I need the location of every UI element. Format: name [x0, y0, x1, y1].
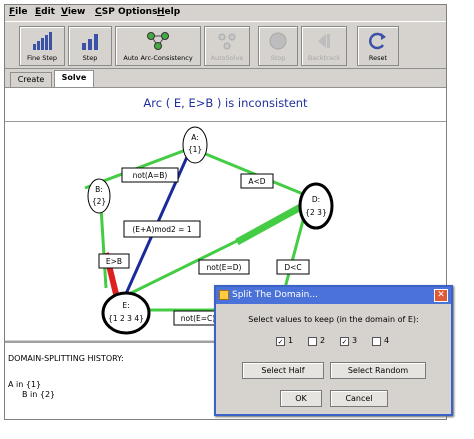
- step-button[interactable]: Step: [68, 26, 112, 66]
- checkbox-box[interactable]: ✓: [340, 337, 349, 346]
- dialog-title-bar[interactable]: Split The Domain... ✕: [216, 287, 451, 304]
- svg-text:not(A=B): not(A=B): [133, 171, 168, 180]
- backtrack-button[interactable]: Backtrack: [301, 26, 347, 66]
- dialog-title: Split The Domain...: [232, 290, 318, 300]
- fine-step-icon: [33, 32, 52, 50]
- history-title: DOMAIN-SPLITTING HISTORY:: [8, 354, 124, 363]
- svg-text:{1}: {1}: [188, 145, 202, 154]
- svg-text:A:: A:: [191, 133, 199, 142]
- toolbar: Fine Step Step Auto Arc-Consistency Auto…: [5, 21, 446, 69]
- select-half-button[interactable]: Select Half: [242, 362, 324, 379]
- svg-text:D<C: D<C: [284, 263, 301, 272]
- split-domain-dialog: Split The Domain... ✕ Select values to k…: [214, 285, 453, 416]
- constraint-d-lt-c[interactable]: D<C: [276, 259, 310, 275]
- variable-node-d[interactable]: D: {2 3}: [298, 182, 334, 230]
- constraint-not-e-d[interactable]: not(E=D): [198, 259, 250, 275]
- dialog-prompt: Select values to keep (in the domain of …: [248, 315, 419, 324]
- constraint-e-a-mod[interactable]: (E+A)mod2 = 1: [123, 220, 201, 238]
- dialog-app-icon: [219, 290, 229, 300]
- cancel-button[interactable]: Cancel: [330, 390, 388, 407]
- svg-text:not(E=D): not(E=D): [207, 263, 242, 272]
- svg-text:(E+A)mod2 = 1: (E+A)mod2 = 1: [132, 225, 191, 234]
- constraint-a-lt-d[interactable]: A<D: [240, 173, 274, 189]
- arc-a-ad[interactable]: [190, 146, 309, 198]
- svg-text:{2}: {2}: [92, 197, 106, 206]
- svg-text:not(E=C): not(E=C): [181, 314, 215, 323]
- svg-text:D:: D:: [312, 195, 320, 204]
- checkbox-box[interactable]: ✓: [276, 337, 285, 346]
- tab-solve[interactable]: Solve: [54, 70, 94, 87]
- tab-bar: Create Solve: [5, 70, 446, 87]
- svg-text:A<D: A<D: [248, 177, 265, 186]
- reset-icon: [369, 32, 386, 50]
- arc-d-dltc[interactable]: [283, 212, 307, 289]
- variable-node-a[interactable]: A: {1}: [182, 126, 208, 164]
- svg-text:{2 3}: {2 3}: [305, 208, 326, 217]
- ok-button[interactable]: OK: [280, 390, 322, 407]
- backtrack-icon: [318, 34, 330, 48]
- svg-text:{1 2 3 4}: {1 2 3 4}: [108, 314, 144, 323]
- history-line: A in {1}: [8, 380, 42, 389]
- menu-help[interactable]: Help: [157, 7, 180, 17]
- svg-text:E>B: E>B: [106, 257, 122, 266]
- tab-create[interactable]: Create: [10, 72, 52, 87]
- checkbox-box[interactable]: [308, 337, 317, 346]
- menu-edit[interactable]: Edit: [35, 7, 55, 17]
- constraint-e-gt-b[interactable]: E>B: [98, 253, 130, 269]
- autosolve-icon: [218, 33, 236, 50]
- variable-node-e[interactable]: E: {1 2 3 4}: [101, 291, 151, 335]
- fine-step-button[interactable]: Fine Step: [19, 26, 65, 66]
- menu-csp-options[interactable]: CSP Options: [95, 7, 157, 17]
- stop-button[interactable]: Stop: [258, 26, 298, 66]
- svg-text:B:: B:: [95, 185, 103, 194]
- svg-text:E:: E:: [122, 301, 129, 310]
- reset-button[interactable]: Reset: [357, 26, 399, 66]
- checkbox-box[interactable]: [372, 337, 381, 346]
- auto-arc-consistency-button[interactable]: Auto Arc-Consistency: [115, 26, 201, 66]
- stop-icon: [269, 32, 287, 50]
- menu-file[interactable]: File: [9, 7, 27, 17]
- menu-view[interactable]: View: [61, 7, 85, 17]
- close-icon[interactable]: ✕: [434, 289, 448, 302]
- step-icon: [82, 34, 98, 50]
- menu-bar: File Edit View CSP Options Help: [5, 5, 446, 20]
- history-line: B in {2}: [22, 390, 56, 399]
- select-random-button[interactable]: Select Random: [330, 362, 426, 379]
- auto-arc-consistency-icon: [147, 32, 169, 50]
- autosolve-button[interactable]: AutoSolve: [204, 26, 250, 66]
- variable-node-b[interactable]: B: {2}: [87, 178, 111, 214]
- constraint-not-a-b[interactable]: not(A=B): [121, 167, 179, 183]
